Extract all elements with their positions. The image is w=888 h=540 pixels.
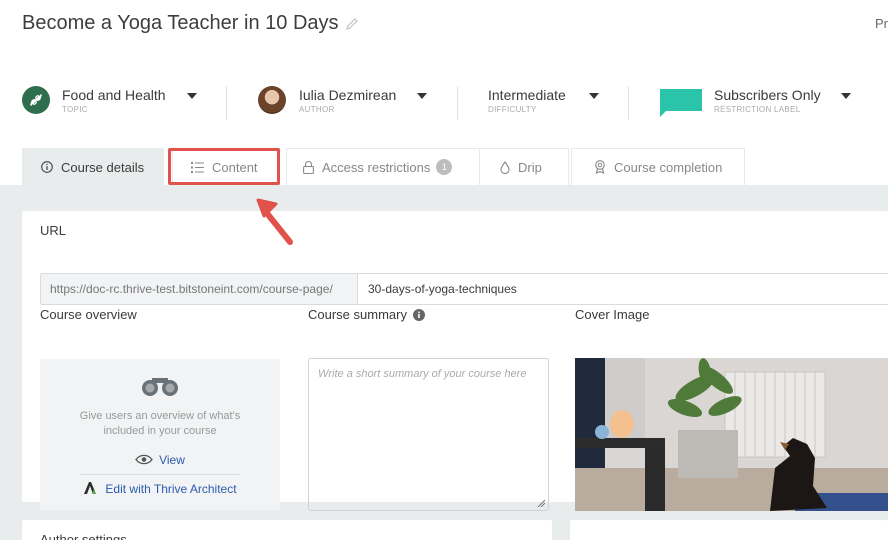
thrive-architect-icon — [84, 482, 97, 494]
annotation-arrow-icon — [256, 198, 293, 245]
divider — [457, 86, 458, 120]
overview-text-line: included in your course — [103, 425, 217, 437]
avatar — [258, 86, 286, 114]
pencil-icon[interactable] — [345, 17, 359, 31]
restriction-sublabel: RESTRICTION LABEL — [714, 104, 801, 114]
tab-label: Course details — [61, 159, 145, 175]
secondary-settings-card — [570, 520, 888, 540]
info-icon — [41, 161, 53, 173]
divider — [226, 86, 227, 120]
edit-with-architect-link[interactable]: Edit with Thrive Architect — [40, 481, 280, 496]
summary-placeholder: Write a short summary of your course her… — [318, 368, 527, 380]
tab-content[interactable]: Content — [172, 148, 280, 185]
difficulty-selector[interactable]: Intermediate DIFFICULTY — [488, 80, 566, 120]
cover-image-photo — [575, 358, 888, 511]
author-sublabel: AUTHOR — [299, 104, 335, 114]
award-icon — [594, 160, 606, 174]
author-selector[interactable]: Iulia Dezmirean AUTHOR — [258, 80, 396, 120]
tab-access-restrictions[interactable]: Access restrictions 1 — [286, 148, 490, 185]
overview-description: Give users an overview of what's include… — [40, 409, 280, 439]
author-settings-card: Author settings — [22, 520, 552, 540]
difficulty-chevron-down-icon[interactable] — [589, 93, 599, 99]
tab-label: Course completion — [614, 159, 723, 175]
resize-handle-icon[interactable] — [537, 499, 545, 507]
author-chevron-down-icon[interactable] — [417, 93, 427, 99]
top-right-link[interactable]: Pr — [875, 16, 888, 31]
course-summary-textarea[interactable]: Write a short summary of your course her… — [308, 358, 549, 511]
course-summary-label: Course summary — [308, 307, 407, 322]
topic-icon — [22, 86, 50, 114]
tab-drip[interactable]: Drip — [479, 148, 569, 185]
title-row: Become a Yoga Teacher in 10 Days — [22, 12, 359, 35]
course-overview-box: Give users an overview of what's include… — [40, 359, 280, 510]
topic-chevron-down-icon[interactable] — [187, 93, 197, 99]
tab-label: Drip — [518, 159, 542, 175]
difficulty-value: Intermediate — [488, 86, 566, 103]
topic-sublabel: TOPIC — [62, 104, 88, 114]
restriction-value: Subscribers Only — [714, 86, 821, 103]
cover-image-label: Cover Image — [575, 307, 650, 322]
list-icon — [191, 161, 204, 173]
url-prefix: https://doc-rc.thrive-test.bitstoneint.c… — [40, 273, 358, 305]
restriction-chevron-down-icon[interactable] — [841, 93, 851, 99]
overview-text-line: Give users an overview of what's — [79, 410, 241, 422]
tab-label: Access restrictions — [322, 159, 431, 175]
tab-label: Content — [212, 159, 258, 175]
tab-course-details[interactable]: Course details — [22, 148, 164, 185]
course-meta-row: Food and Health TOPIC Iulia Dezmirean AU… — [22, 80, 888, 120]
cover-image[interactable] — [575, 358, 888, 511]
url-slug-input[interactable]: 30-days-of-yoga-techniques — [358, 273, 888, 305]
divider — [628, 86, 629, 120]
course-summary-header: Course summary — [308, 307, 425, 322]
details-card: URL https://doc-rc.thrive-test.bitstonei… — [22, 211, 888, 511]
restriction-selector[interactable]: Subscribers Only RESTRICTION LABEL — [660, 80, 821, 120]
binoculars-icon — [142, 378, 178, 396]
difficulty-sublabel: DIFFICULTY — [488, 104, 537, 114]
view-link-label: View — [159, 453, 185, 467]
course-overview-label: Course overview — [40, 307, 137, 322]
divider — [80, 474, 240, 475]
view-link[interactable]: View — [40, 453, 280, 467]
author-value: Iulia Dezmirean — [299, 86, 397, 103]
info-icon[interactable] — [412, 308, 425, 321]
url-label: URL — [40, 223, 67, 238]
course-details-panel: URL https://doc-rc.thrive-test.bitstonei… — [0, 185, 888, 540]
restrictions-count-badge: 1 — [436, 159, 453, 175]
drop-icon — [500, 160, 510, 174]
page-title: Become a Yoga Teacher in 10 Days — [22, 12, 339, 34]
author-settings-label: Author settings — [40, 532, 127, 540]
topic-value: Food and Health — [62, 86, 166, 103]
lock-icon — [303, 160, 314, 174]
restriction-label-swatch — [660, 89, 702, 117]
edit-with-architect-label: Edit with Thrive Architect — [105, 482, 237, 496]
eye-icon — [135, 454, 153, 465]
topic-selector[interactable]: Food and Health TOPIC — [22, 80, 166, 120]
tab-course-completion[interactable]: Course completion — [571, 148, 745, 185]
